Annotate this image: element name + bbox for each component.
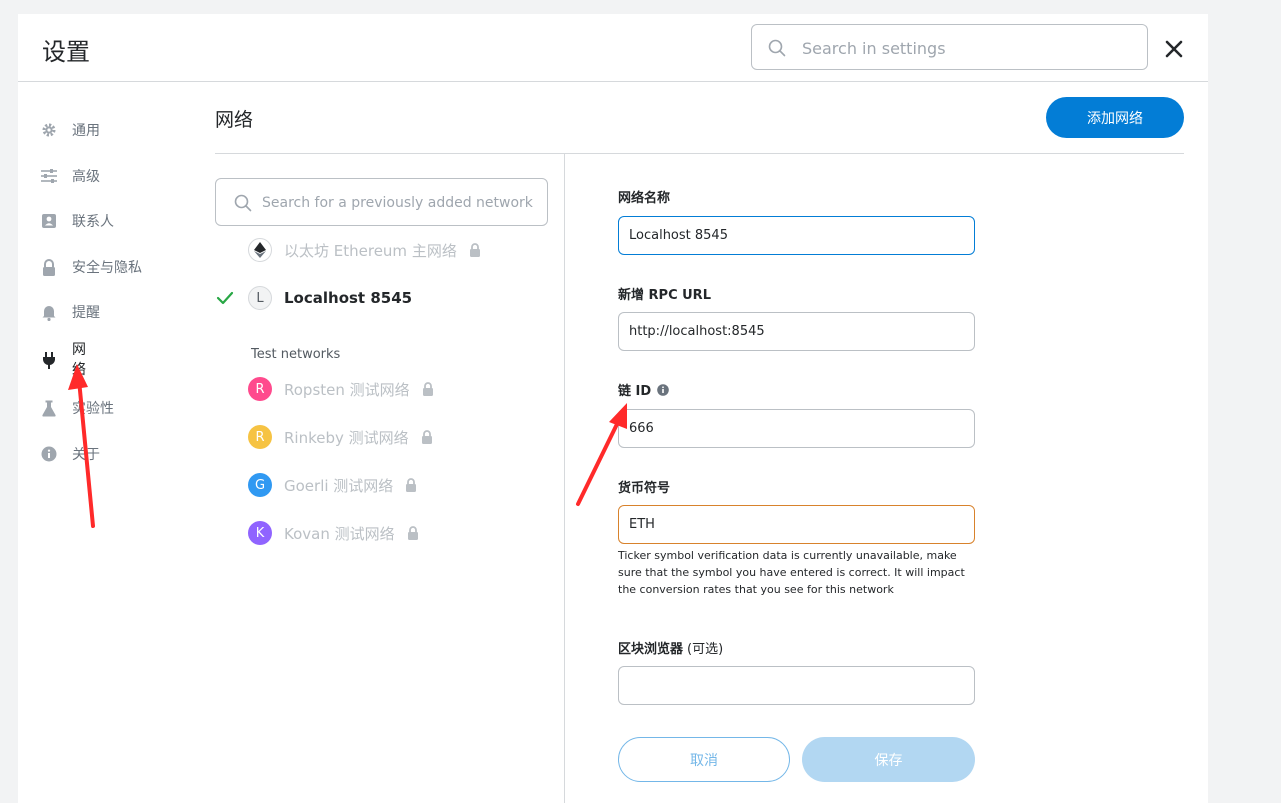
plug-icon — [40, 351, 58, 369]
network-name: 以太坊 Ethereum 主网络 — [284, 241, 457, 260]
sidebar-item-label: 通用 — [72, 123, 100, 139]
contact-book-icon — [40, 212, 58, 230]
sidebar-item-label: 关于 — [72, 447, 100, 463]
lock-icon — [407, 526, 419, 540]
search-icon — [234, 194, 252, 212]
network-avatar: L — [248, 286, 272, 310]
network-item-rinkeby[interactable]: R Rinkeby 测试网络 — [216, 423, 433, 451]
network-name: Localhost 8545 — [284, 289, 413, 307]
close-icon[interactable] — [1163, 38, 1185, 60]
flask-icon — [40, 399, 58, 417]
sidebar-item-label: 网络 — [72, 342, 86, 378]
block-explorer-label: 区块浏览器 (可选) — [618, 642, 724, 657]
sidebar-item-alerts[interactable]: 提醒 — [40, 299, 100, 325]
header-divider — [215, 153, 1184, 154]
network-item-mainnet[interactable]: 以太坊 Ethereum 主网络 — [216, 236, 481, 264]
network-name: Ropsten 测试网络 — [284, 380, 410, 399]
gear-icon — [40, 121, 58, 139]
cancel-button[interactable]: 取消 — [618, 737, 790, 782]
network-search-box[interactable] — [215, 178, 548, 226]
network-name: Goerli 测试网络 — [284, 476, 394, 495]
network-item-ropsten[interactable]: R Ropsten 测试网络 — [216, 375, 434, 403]
network-name: Kovan 测试网络 — [284, 524, 395, 543]
network-name-input[interactable] — [618, 216, 975, 255]
sliders-icon — [40, 167, 58, 185]
block-explorer-input[interactable] — [618, 666, 975, 705]
lock-icon — [405, 478, 417, 492]
sidebar-item-about[interactable]: 关于 — [40, 441, 100, 467]
chain-id-input[interactable] — [618, 409, 975, 448]
sidebar-item-label: 提醒 — [72, 305, 100, 321]
network-avatar: G — [248, 473, 272, 497]
add-network-button[interactable]: 添加网络 — [1046, 97, 1184, 138]
sidebar-item-label: 实验性 — [72, 401, 114, 417]
network-item-kovan[interactable]: K Kovan 测试网络 — [216, 519, 419, 547]
network-avatar: K — [248, 521, 272, 545]
lock-icon — [421, 430, 433, 444]
sidebar-item-experimental[interactable]: 实验性 — [40, 395, 114, 421]
network-search-input[interactable] — [260, 189, 544, 217]
sidebar-item-networks[interactable]: 网络 — [40, 340, 88, 380]
content-title: 网络 — [215, 109, 254, 131]
save-button[interactable]: 保存 — [802, 737, 975, 782]
ethereum-icon — [248, 238, 272, 262]
sidebar-item-label: 高级 — [72, 169, 100, 185]
test-networks-label: Test networks — [251, 347, 341, 362]
currency-symbol-input[interactable] — [618, 505, 975, 544]
settings-search-box[interactable] — [751, 24, 1148, 70]
network-item-localhost[interactable]: L Localhost 8545 — [216, 284, 412, 312]
settings-search-input[interactable] — [800, 33, 1134, 63]
sidebar-item-contacts[interactable]: 联系人 — [40, 208, 114, 234]
check-icon — [216, 291, 248, 305]
sidebar-item-security[interactable]: 安全与隐私 — [40, 254, 142, 280]
bell-icon — [40, 303, 58, 321]
sidebar-item-general[interactable]: 通用 — [40, 117, 100, 143]
sidebar-item-label: 安全与隐私 — [72, 260, 142, 276]
network-item-goerli[interactable]: G Goerli 测试网络 — [216, 471, 417, 499]
search-icon — [768, 39, 786, 57]
network-avatar: R — [248, 425, 272, 449]
sidebar-item-advanced[interactable]: 高级 — [40, 163, 100, 189]
network-name-label: 网络名称 — [618, 191, 671, 206]
info-icon — [40, 445, 58, 463]
lock-icon — [422, 382, 434, 396]
lock-icon — [469, 243, 481, 257]
chain-id-label: 链 ID — [618, 380, 669, 399]
column-divider — [564, 154, 565, 803]
settings-panel: 设置 通用 高级 联系人 — [18, 14, 1208, 803]
symbol-warning-text: Ticker symbol verification data is curre… — [618, 549, 965, 596]
network-avatar: R — [248, 377, 272, 401]
sidebar-item-label: 联系人 — [72, 214, 114, 230]
currency-symbol-label: 货币符号 — [618, 481, 671, 496]
rpc-url-input[interactable] — [618, 312, 975, 351]
page-title: 设置 — [42, 38, 90, 66]
rpc-url-label: 新增 RPC URL — [618, 288, 711, 303]
settings-header: 设置 — [18, 14, 1208, 82]
info-icon[interactable] — [657, 383, 669, 396]
network-name: Rinkeby 测试网络 — [284, 428, 409, 447]
lock-icon — [40, 258, 58, 276]
